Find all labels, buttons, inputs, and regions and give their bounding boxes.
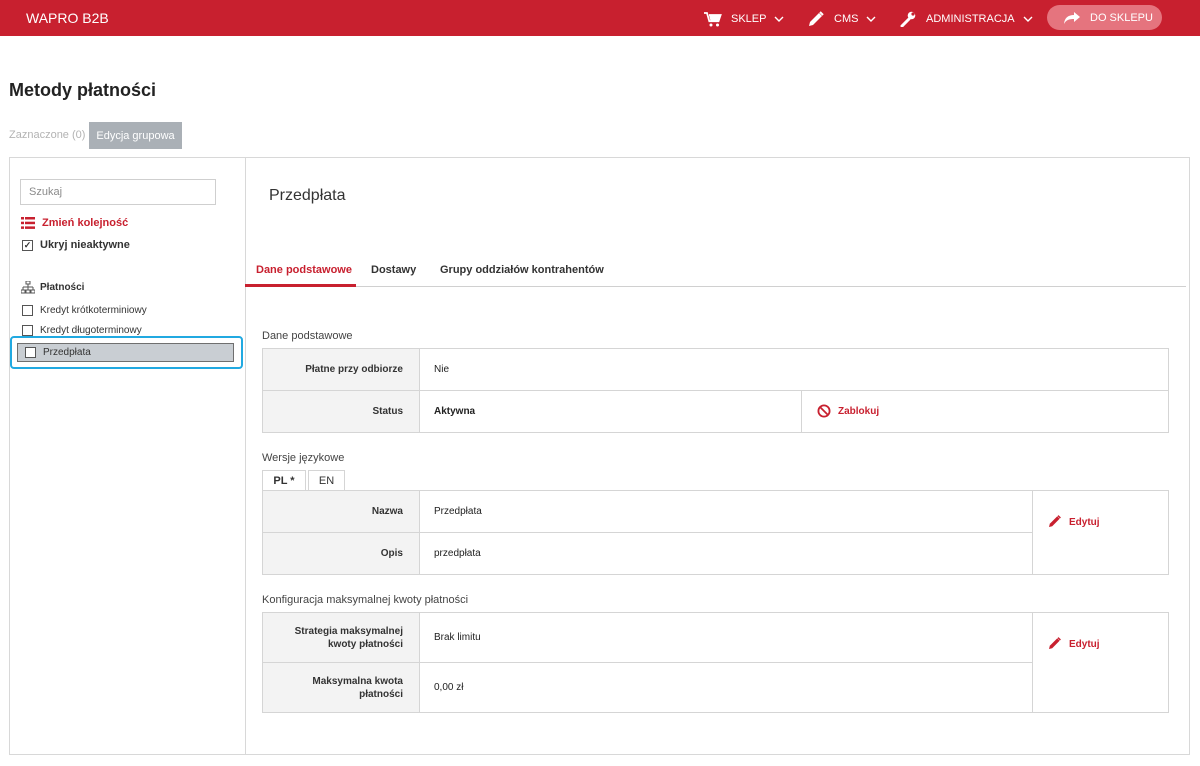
- detail-tabs: Dane podstawowe Dostawy Grupy oddziałów …: [245, 254, 1186, 287]
- divider: [1032, 491, 1033, 574]
- checkbox-icon: [22, 325, 33, 336]
- row-label-limit-strategy: Strategia maksymalnej kwoty płatności: [263, 613, 419, 662]
- nav-sklep-label: SKLEP: [731, 13, 767, 25]
- tab-dostawy[interactable]: Dostawy: [371, 264, 416, 276]
- divider: [263, 532, 1033, 533]
- value-name: Przedpłata: [434, 506, 482, 517]
- tree-item-przedplata-selected[interactable]: Przedpłata: [10, 336, 243, 369]
- value-status: Aktywna: [434, 406, 476, 417]
- lang-tab-en[interactable]: EN: [308, 470, 345, 491]
- section-label-languages: Wersje językowe: [262, 452, 345, 464]
- sitemap-icon: [20, 280, 36, 294]
- value-max-amount: 0,00 zł: [434, 682, 464, 693]
- hide-inactive-label: Ukryj nieaktywne: [40, 239, 130, 251]
- row-label-line: Maksymalna kwota: [312, 675, 403, 687]
- cart-icon: [704, 11, 722, 27]
- row-label-max-amount: Maksymalna kwota płatności: [263, 663, 419, 712]
- active-tab-indicator: [245, 284, 356, 287]
- section-label-limit: Konfiguracja maksymalnej kwoty płatności: [262, 594, 469, 606]
- go-to-shop-button[interactable]: DO SKLEPU: [1047, 5, 1162, 30]
- nav-cms-label: CMS: [834, 13, 859, 25]
- limit-table: Strategia maksymalnej kwoty płatności Ma…: [262, 612, 1169, 713]
- value-limit-strategy: Brak limitu: [434, 632, 481, 643]
- hide-inactive-checkbox[interactable]: ✓ Ukryj nieaktywne: [22, 239, 130, 251]
- checkbox-icon: [22, 305, 33, 316]
- chevron-down-icon: [1023, 14, 1033, 24]
- block-button[interactable]: Zablokuj: [817, 404, 879, 418]
- tree-item-label: Kredyt długoterminowy: [40, 325, 142, 336]
- selected-item-row[interactable]: Przedpłata: [17, 343, 234, 362]
- brand-logo-text[interactable]: WAPRO B2B: [26, 10, 109, 26]
- row-label-line: Strategia maksymalnej: [294, 625, 403, 637]
- edit-label: Edytuj: [1069, 516, 1100, 528]
- top-navigation-bar: WAPRO B2B SKLEP CMS ADMINISTRACJA DO SKL…: [0, 0, 1200, 36]
- reorder-label: Zmień kolejność: [42, 217, 129, 229]
- detail-title: Przedpłata: [269, 187, 346, 204]
- row-label-description: Opis: [263, 533, 419, 574]
- selected-count: Zaznaczone (0): [9, 129, 86, 141]
- divider: [263, 662, 1033, 663]
- divider: [801, 391, 802, 432]
- nav-cms[interactable]: CMS: [807, 11, 876, 27]
- wrench-icon: [899, 11, 917, 27]
- divider: [1032, 613, 1033, 712]
- block-icon: [817, 404, 831, 418]
- list-icon: [21, 217, 35, 229]
- share-arrow-icon: [1063, 11, 1081, 25]
- nav-administracja-label: ADMINISTRACJA: [926, 13, 1015, 25]
- row-label-line: kwoty płatności: [327, 638, 403, 650]
- lang-tab-pl[interactable]: PL *: [262, 470, 306, 491]
- tree-root-label: Płatności: [40, 282, 85, 293]
- group-edit-button[interactable]: Edycja grupowa: [89, 122, 182, 149]
- tab-grupy-oddzialow[interactable]: Grupy oddziałów kontrahentów: [440, 264, 604, 276]
- edit-label: Edytuj: [1069, 638, 1100, 650]
- row-label-status: Status: [263, 391, 419, 432]
- row-label-name: Nazwa: [263, 491, 419, 532]
- pencil-icon: [1048, 515, 1062, 529]
- tree-item-kredyt-krotkoterminowy[interactable]: Kredyt krótkoterminiowy: [22, 305, 147, 316]
- basic-data-table: Płatne przy odbiorze Status Nie Aktywna …: [262, 348, 1169, 433]
- block-label: Zablokuj: [838, 405, 880, 417]
- tab-dane-podstawowe[interactable]: Dane podstawowe: [256, 264, 352, 276]
- tree-item-label: Kredyt krótkoterminiowy: [40, 305, 147, 316]
- chevron-down-icon: [866, 14, 876, 24]
- edit-language-button[interactable]: Edytuj: [1048, 515, 1100, 529]
- tree-item-kredyt-dlugoterminowy[interactable]: Kredyt długoterminowy: [22, 325, 142, 336]
- tree-root-payments: Płatności: [20, 280, 85, 294]
- language-table: Nazwa Opis Przedpłata przedpłata Edytuj: [262, 490, 1169, 575]
- reorder-button[interactable]: Zmień kolejność: [21, 217, 128, 229]
- tree-item-label: Przedpłata: [43, 347, 91, 358]
- search-input[interactable]: [20, 179, 216, 205]
- go-to-shop-label: DO SKLEPU: [1090, 11, 1153, 24]
- nav-sklep[interactable]: SKLEP: [704, 11, 784, 27]
- section-label-basic: Dane podstawowe: [262, 330, 353, 342]
- pencil-icon: [1048, 637, 1062, 651]
- row-label-paid-on-delivery: Płatne przy odbiorze: [263, 349, 419, 390]
- checkbox-icon: [25, 347, 36, 358]
- value-paid-on-delivery: Nie: [434, 364, 450, 375]
- value-description: przedpłata: [434, 548, 481, 559]
- divider: [263, 390, 1168, 391]
- pencil-icon: [807, 11, 825, 27]
- checkbox-checked-icon: ✓: [22, 239, 33, 251]
- chevron-down-icon: [774, 14, 784, 24]
- page-title: Metody płatności: [9, 80, 157, 100]
- nav-administracja[interactable]: ADMINISTRACJA: [899, 11, 1033, 27]
- edit-limit-button[interactable]: Edytuj: [1048, 637, 1100, 651]
- row-label-line: płatności: [359, 688, 403, 700]
